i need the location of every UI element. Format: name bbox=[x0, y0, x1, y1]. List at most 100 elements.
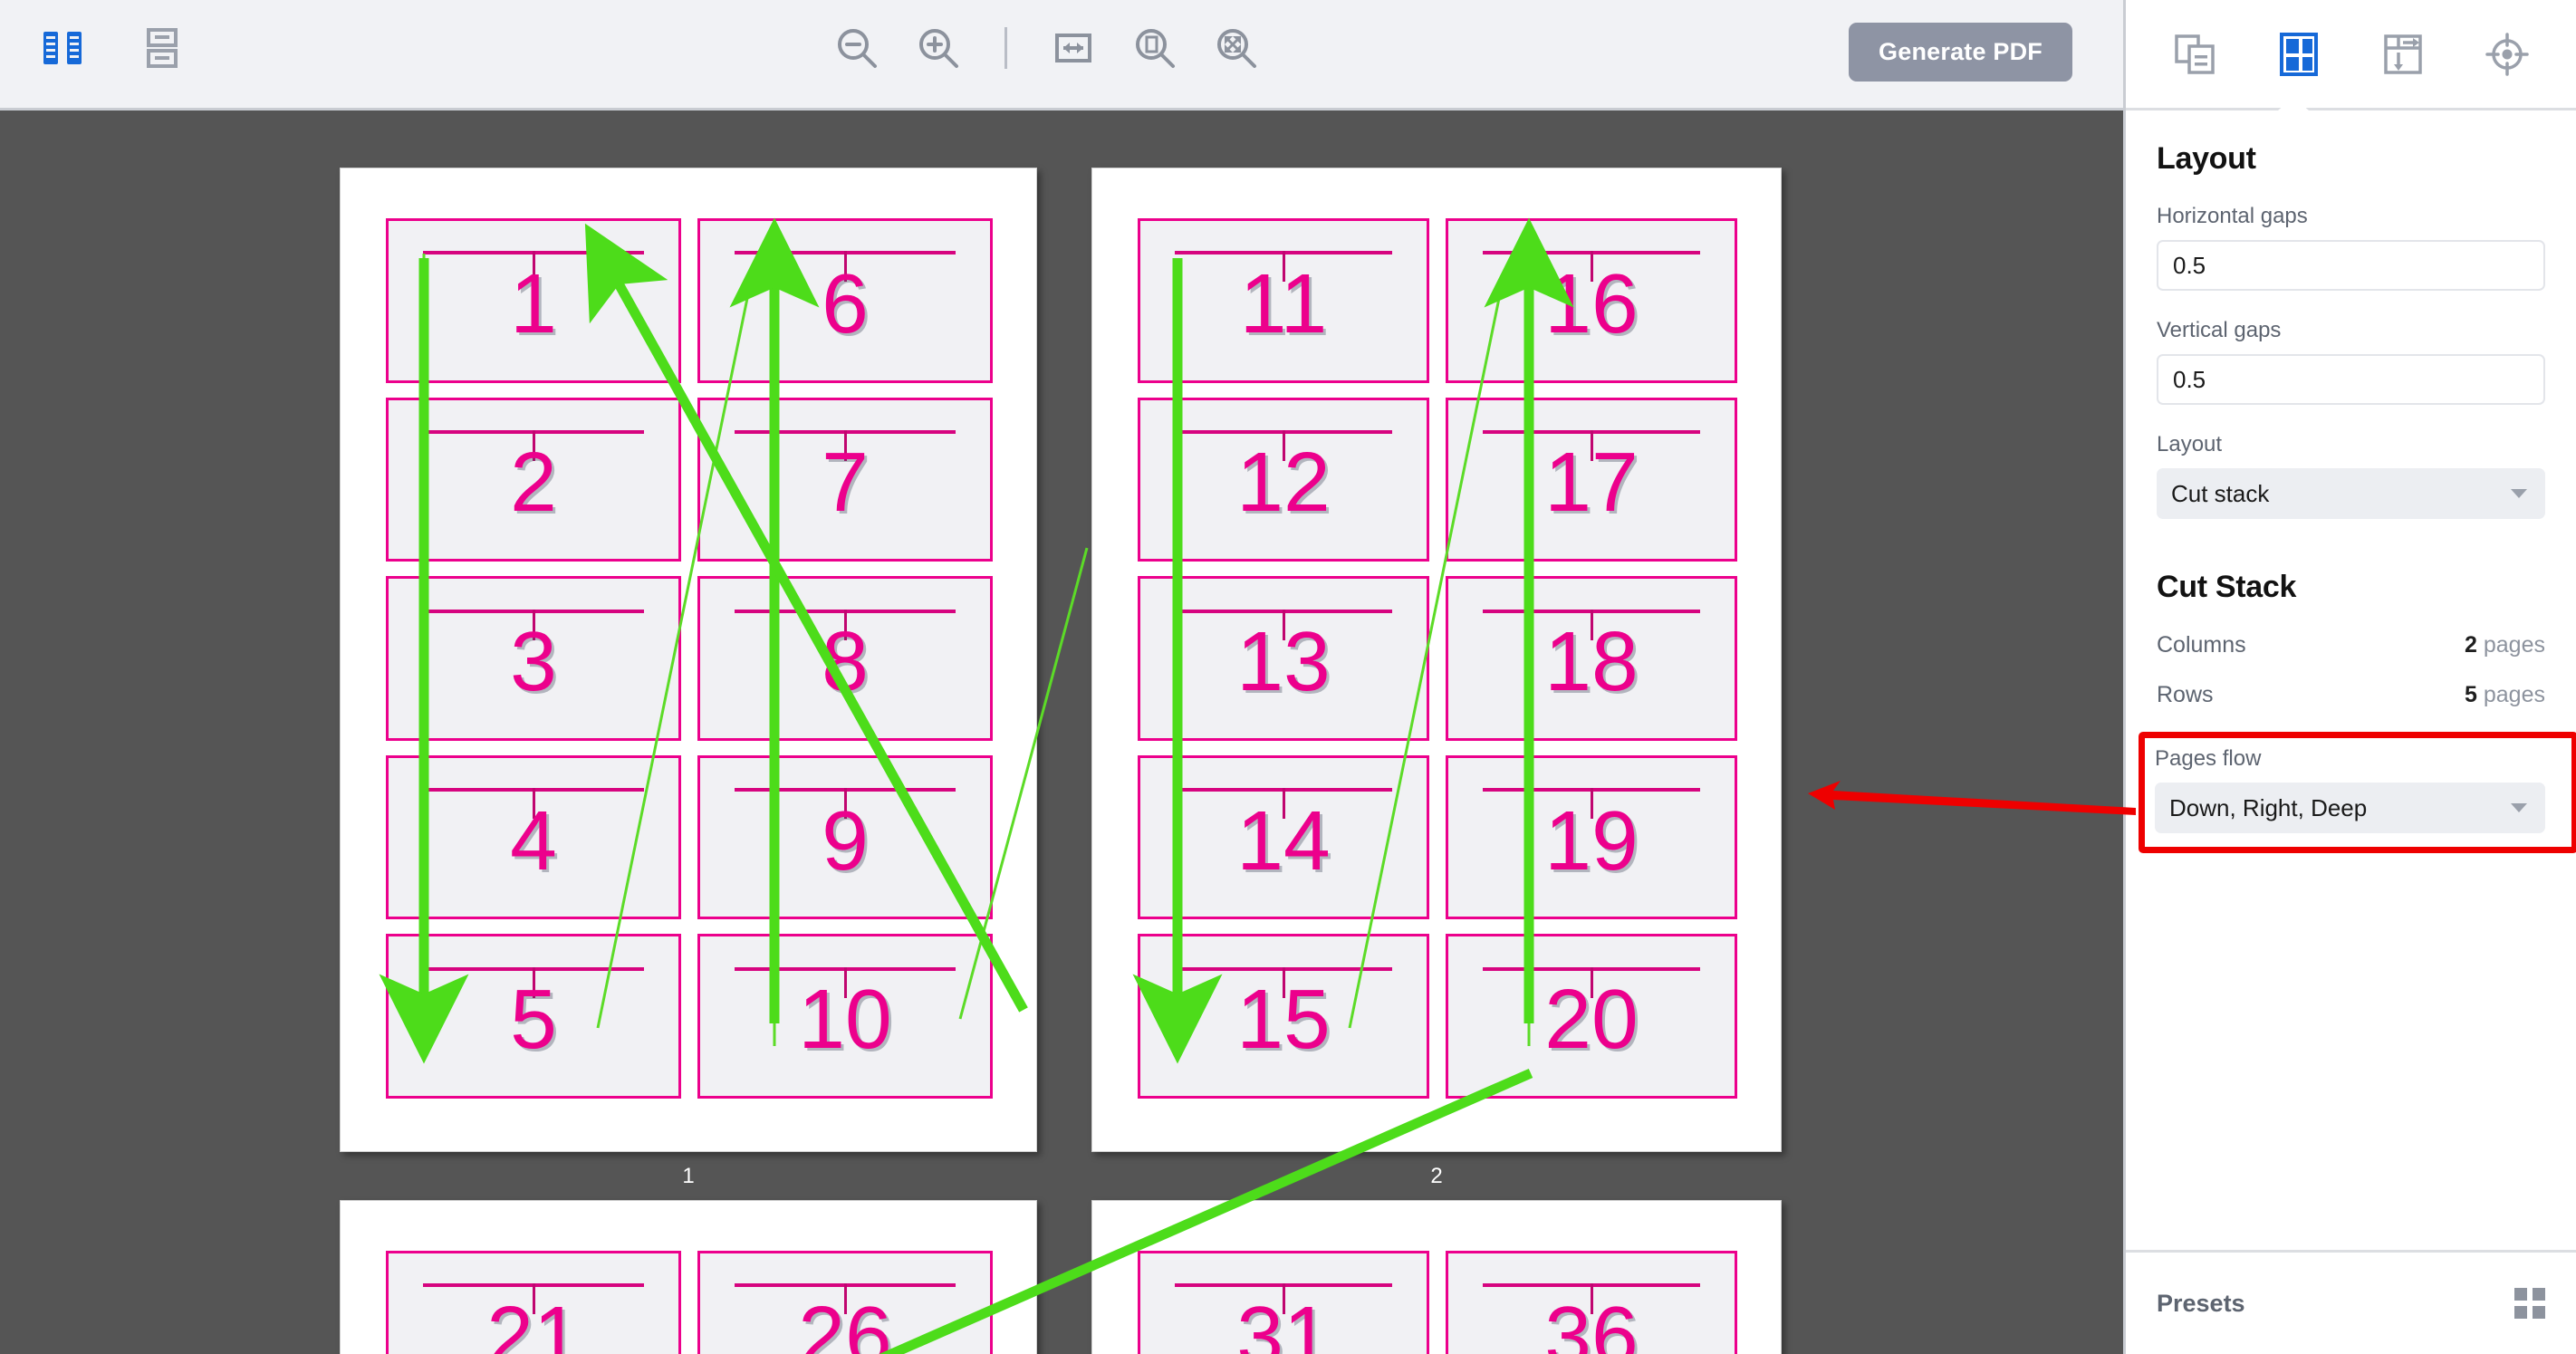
layout-select-label: Layout bbox=[2157, 432, 2223, 456]
panel-content: Layout Horizontal gaps Vertical gaps Lay… bbox=[2126, 110, 2576, 853]
right-settings-panel: Layout Horizontal gaps Vertical gaps Lay… bbox=[2123, 0, 2576, 1354]
grid-four-squares-icon[interactable] bbox=[2514, 1288, 2545, 1319]
pages-flow-field: Pages flow Down, Right, Deep bbox=[2139, 732, 2576, 853]
rows-label: Rows bbox=[2157, 682, 2214, 707]
cell-number: 1 bbox=[510, 256, 557, 351]
cell-number: 15 bbox=[1236, 972, 1331, 1067]
pages-flow-value: Down, Right, Deep bbox=[2169, 793, 2368, 821]
sheet-label: 2 bbox=[1430, 1164, 1443, 1188]
imposition-cell[interactable]: 10 bbox=[697, 934, 993, 1099]
sheet-wrapper: 1 6 2 7 3 8 4 9 5 10 1 bbox=[340, 168, 1037, 1188]
toolbar-zoom-group bbox=[829, 20, 1264, 76]
sheet-page[interactable]: 21 26 bbox=[340, 1200, 1037, 1354]
cell-number: 17 bbox=[1544, 435, 1639, 530]
imposition-cell[interactable]: 12 bbox=[1138, 397, 1429, 562]
columns-label: Columns bbox=[2157, 632, 2246, 658]
imposition-cell[interactable]: 31 bbox=[1138, 1251, 1429, 1354]
pages-flow-label: Pages flow bbox=[2155, 746, 2262, 771]
cell-number: 5 bbox=[510, 972, 557, 1067]
chevron-down-icon bbox=[2511, 489, 2527, 498]
rows-unit: pages bbox=[2483, 682, 2545, 707]
cell-number: 4 bbox=[510, 792, 557, 888]
imposition-cell[interactable]: 2 bbox=[386, 397, 681, 562]
cell-number: 20 bbox=[1544, 972, 1639, 1067]
cell-number: 6 bbox=[822, 256, 869, 351]
cell-number: 36 bbox=[1544, 1289, 1639, 1354]
rows-value: 5 bbox=[2464, 682, 2477, 707]
horizontal-gaps-input[interactable] bbox=[2157, 240, 2545, 291]
sheet-wrapper: 21 26 bbox=[340, 1200, 1037, 1354]
imposition-cell[interactable]: 20 bbox=[1446, 934, 1737, 1099]
cell-number: 3 bbox=[510, 614, 557, 709]
horizontal-gaps-label: Horizontal gaps bbox=[2157, 204, 2308, 228]
presets-bar: Presets bbox=[2126, 1250, 2576, 1354]
layout-select[interactable]: Cut stack bbox=[2157, 468, 2545, 519]
presets-label: Presets bbox=[2157, 1289, 2245, 1317]
zoom-in-icon[interactable] bbox=[910, 20, 966, 76]
imposition-cell[interactable]: 18 bbox=[1446, 576, 1737, 741]
toolbar-left-group bbox=[34, 20, 190, 76]
sheet-label: 1 bbox=[682, 1164, 695, 1188]
cell-number: 2 bbox=[510, 435, 557, 530]
cut-stack-section-heading: Cut Stack bbox=[2157, 570, 2297, 604]
rows-row: Rows 5 pages bbox=[2157, 682, 2545, 708]
fit-page-icon[interactable] bbox=[1127, 20, 1183, 76]
imposition-cell[interactable]: 14 bbox=[1138, 754, 1429, 920]
cell-number: 11 bbox=[1239, 256, 1328, 351]
imposition-cell[interactable]: 17 bbox=[1446, 397, 1737, 562]
document-canvas[interactable]: 1 6 2 7 3 8 4 9 5 10 1 11 16 12 17 13 18… bbox=[0, 113, 2123, 1354]
imposition-cell[interactable]: 1 bbox=[386, 218, 681, 383]
facing-pages-icon[interactable] bbox=[34, 20, 91, 76]
app-root: Generate PDF 1 6 2 7 3 8 4 9 5 10 1 11 1… bbox=[0, 0, 2576, 1354]
cell-number: 12 bbox=[1236, 435, 1331, 530]
columns-unit: pages bbox=[2483, 632, 2545, 658]
tab-layout[interactable] bbox=[2267, 23, 2331, 86]
imposition-cell[interactable]: 3 bbox=[386, 576, 681, 741]
active-tab-caret bbox=[2277, 95, 2310, 110]
cell-number: 10 bbox=[798, 972, 892, 1067]
imposition-cell[interactable]: 5 bbox=[386, 934, 681, 1099]
sheet-wrapper: 11 16 12 17 13 18 14 19 15 20 2 bbox=[1091, 168, 1782, 1188]
generate-pdf-button[interactable]: Generate PDF bbox=[1849, 23, 2072, 82]
pages-flow-overlay bbox=[379, 217, 1574, 1354]
imposition-cell[interactable]: 19 bbox=[1446, 754, 1737, 920]
toolbar-right-group: Generate PDF bbox=[1849, 23, 2072, 82]
imposition-cell[interactable]: 36 bbox=[1446, 1251, 1737, 1354]
imposition-cell[interactable]: 6 bbox=[697, 218, 993, 383]
layout-select-value: Cut stack bbox=[2171, 479, 2270, 507]
tab-flow[interactable] bbox=[2371, 23, 2435, 86]
stacked-pages-icon[interactable] bbox=[134, 20, 190, 76]
sheet-page[interactable]: 11 16 12 17 13 18 14 19 15 20 bbox=[1091, 168, 1782, 1152]
sheet-page[interactable]: 31 36 bbox=[1091, 1200, 1782, 1354]
fit-all-icon[interactable] bbox=[1208, 20, 1264, 76]
cell-number: 9 bbox=[822, 792, 869, 888]
cell-number: 8 bbox=[822, 614, 869, 709]
imposition-cell[interactable]: 16 bbox=[1446, 218, 1737, 383]
imposition-cell[interactable]: 21 bbox=[386, 1251, 681, 1354]
sheet-page[interactable]: 1 6 2 7 3 8 4 9 5 10 bbox=[340, 168, 1037, 1152]
imposition-cell[interactable]: 26 bbox=[697, 1251, 993, 1354]
cell-number: 7 bbox=[822, 435, 869, 530]
imposition-cell[interactable]: 9 bbox=[697, 754, 993, 920]
top-toolbar: Generate PDF bbox=[0, 0, 2123, 110]
sheet-wrapper: 31 36 bbox=[1091, 1200, 1782, 1354]
cell-number: 31 bbox=[1236, 1289, 1331, 1354]
zoom-out-icon[interactable] bbox=[829, 20, 885, 76]
cell-number: 26 bbox=[798, 1289, 892, 1354]
tab-copies[interactable] bbox=[2163, 23, 2226, 86]
imposition-cell[interactable]: 7 bbox=[697, 397, 993, 562]
pages-flow-select[interactable]: Down, Right, Deep bbox=[2155, 783, 2545, 833]
vertical-gaps-input[interactable] bbox=[2157, 354, 2545, 405]
imposition-cell[interactable]: 11 bbox=[1138, 218, 1429, 383]
panel-tab-bar bbox=[2126, 0, 2576, 110]
imposition-cell[interactable]: 4 bbox=[386, 754, 681, 920]
fit-width-icon[interactable] bbox=[1045, 20, 1101, 76]
cell-number: 16 bbox=[1544, 256, 1639, 351]
tab-marks[interactable] bbox=[2475, 23, 2539, 86]
toolbar-divider bbox=[1004, 27, 1007, 69]
layout-section-heading: Layout bbox=[2157, 141, 2256, 176]
cell-number: 13 bbox=[1236, 614, 1331, 709]
imposition-cell[interactable]: 15 bbox=[1138, 934, 1429, 1099]
imposition-cell[interactable]: 13 bbox=[1138, 576, 1429, 741]
imposition-cell[interactable]: 8 bbox=[697, 576, 993, 741]
